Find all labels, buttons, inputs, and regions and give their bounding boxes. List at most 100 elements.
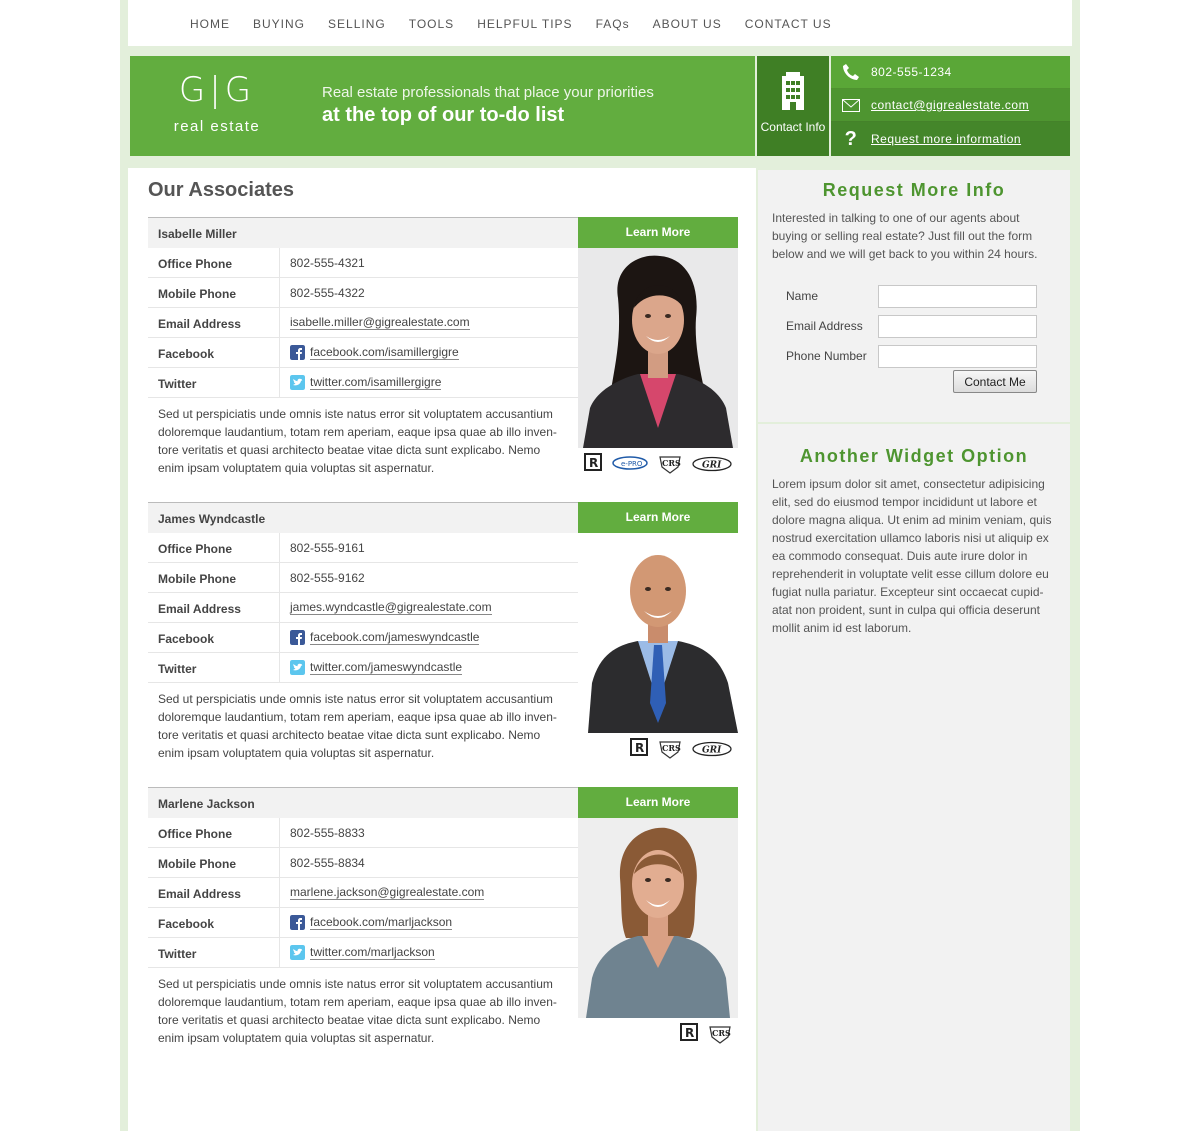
phone-field[interactable] xyxy=(878,344,1037,368)
associate-photo xyxy=(578,248,738,448)
facebook-row: Facebook facebook.com/jameswyndcastle xyxy=(148,623,578,653)
associate-photo xyxy=(578,818,738,1018)
nav-tools[interactable]: TOOLS xyxy=(409,17,454,31)
twitter-row: Twitter twitter.com/jameswyndcastle xyxy=(148,653,578,683)
request-info-text: Interested in talking to one of our agen… xyxy=(772,211,1038,261)
twitter-icon xyxy=(290,375,305,390)
nav-faqs[interactable]: FAQs xyxy=(596,17,630,31)
nav-about-us[interactable]: ABOUT US xyxy=(653,17,722,31)
tagline-line2: at the top of our to-do list xyxy=(322,104,565,126)
twitter-link[interactable]: twitter.com/isamillergigre xyxy=(310,375,442,390)
email-label: Email Address xyxy=(148,593,280,622)
office-phone-row: Office Phone 802-555-4321 xyxy=(148,248,578,278)
nav-home[interactable]: HOME xyxy=(190,17,230,31)
realtor-badge-icon: R xyxy=(630,738,648,756)
sidebar: Request More Info Interested in talking … xyxy=(756,168,1072,1131)
twitter-label: Twitter xyxy=(148,368,280,397)
twitter-icon xyxy=(290,660,305,675)
email-link[interactable]: james.wyndcastle@gigrealestate.com xyxy=(290,600,492,615)
envelope-icon xyxy=(841,95,861,115)
contact-phone: 802-555-1234 xyxy=(831,56,1070,89)
associate-name: James Wyndcastle xyxy=(148,502,578,533)
associate-description: Sed ut perspiciatis unde omnis iste natu… xyxy=(158,692,557,760)
associate-description: Sed ut perspiciatis unde omnis iste natu… xyxy=(158,407,557,475)
mobile-phone-row: Mobile Phone 802-555-8834 xyxy=(148,848,578,878)
mobile-phone-label: Mobile Phone xyxy=(148,278,280,307)
facebook-label: Facebook xyxy=(148,908,280,937)
associate-details: Office Phone 802-555-4321 Mobile Phone 802… xyxy=(148,248,578,398)
name-field[interactable] xyxy=(878,284,1037,308)
email-label: Email Address xyxy=(786,319,863,333)
nav-buying[interactable]: BUYING xyxy=(253,17,305,31)
phone-icon xyxy=(841,62,861,82)
logo[interactable]: G|G real estate xyxy=(170,70,264,146)
tagline: Real estate professionals that place you… xyxy=(322,84,654,127)
facebook-row: Facebook facebook.com/isamillergigre xyxy=(148,338,578,368)
mobile-phone-row: Mobile Phone 802-555-4322 xyxy=(148,278,578,308)
facebook-icon xyxy=(290,345,305,360)
learn-more-button[interactable]: Learn More xyxy=(578,217,738,248)
twitter-link[interactable]: twitter.com/marljackson xyxy=(310,945,435,960)
associate-name: Marlene Jackson xyxy=(148,787,578,818)
facebook-link[interactable]: facebook.com/marljackson xyxy=(310,915,453,930)
office-phone-label: Office Phone xyxy=(148,533,280,562)
another-widget-title: Another Widget Option xyxy=(799,446,1029,466)
crs-badge-text: CRS xyxy=(662,743,681,753)
phone-row: Phone Number xyxy=(786,341,1070,371)
nav-helpful-tips[interactable]: HELPFUL TIPS xyxy=(477,17,572,31)
associate-details: Office Phone 802-555-8833 Mobile Phone 802… xyxy=(148,818,578,968)
associate-photo xyxy=(578,533,738,733)
request-info-title: Request More Info xyxy=(822,180,1006,200)
facebook-icon xyxy=(290,630,305,645)
associate-description: Sed ut perspiciatis unde omnis iste natu… xyxy=(158,977,557,1045)
nav-selling[interactable]: SELLING xyxy=(328,17,386,31)
facebook-link[interactable]: facebook.com/isamillergigre xyxy=(310,345,459,360)
facebook-link[interactable]: facebook.com/jameswyndcastle xyxy=(310,630,480,645)
contact-info-button[interactable]: Contact Info xyxy=(757,56,829,156)
email-field[interactable] xyxy=(878,314,1037,338)
office-phone-value: 802-555-9161 xyxy=(290,540,365,555)
email-row: Email Address isabelle.miller@gigrealesta… xyxy=(148,308,578,338)
contact-info-label: Contact Info xyxy=(760,120,826,134)
crs-badge-icon: CRS xyxy=(709,1026,731,1044)
another-widget: Another Widget Option Lorem ipsum dolor … xyxy=(758,424,1070,1131)
request-info-link[interactable]: Request more information xyxy=(871,132,1021,146)
phone-label: Phone Number xyxy=(786,349,867,363)
logo-mark: G|G xyxy=(178,70,256,110)
email-label: Email Address xyxy=(148,878,280,907)
realtor-badge-text: R xyxy=(635,741,644,755)
epro-badge-text: e-PRO xyxy=(621,460,643,468)
email-row: Email Address marlene.jackson@gigrealesta… xyxy=(148,878,578,908)
name-row: Name xyxy=(786,281,1070,311)
header: G|G real estate Real estate professional… xyxy=(128,54,1072,158)
mobile-phone-label: Mobile Phone xyxy=(148,848,280,877)
twitter-row: Twitter twitter.com/isamillergigre xyxy=(148,368,578,398)
email-row: Email Address james.wyndcastle@gigrealest… xyxy=(148,593,578,623)
gri-badge-text: GRI xyxy=(702,746,722,756)
contact-me-button[interactable]: Contact Me xyxy=(953,370,1037,393)
page-title: Our Associates xyxy=(148,179,294,201)
office-phone-label: Office Phone xyxy=(148,818,280,847)
twitter-label: Twitter xyxy=(148,653,280,682)
office-phone-label: Office Phone xyxy=(148,248,280,277)
contact-list: 802-555-1234 contact@gigrealestate.com ?… xyxy=(831,56,1070,156)
building-icon xyxy=(782,72,804,110)
another-widget-text: Lorem ipsum dolor sit amet, consectetur … xyxy=(772,477,1052,635)
name-label: Name xyxy=(786,289,819,303)
associate-details: Office Phone 802-555-9161 Mobile Phone 802… xyxy=(148,533,578,683)
nav-contact-us[interactable]: CONTACT US xyxy=(745,17,832,31)
email-link[interactable]: contact@gigrealestate.com xyxy=(871,98,1029,112)
top-nav: HOME BUYING SELLING TOOLS HELPFUL TIPS F… xyxy=(128,0,1072,46)
mobile-phone-value: 802-555-8834 xyxy=(290,855,365,870)
certification-badges: R e-PRO CRS GRI xyxy=(584,453,732,475)
associate-card: Isabelle Miller Learn More Office Phone 8… xyxy=(148,217,738,477)
email-link[interactable]: marlene.jackson@gigrealestate.com xyxy=(290,885,485,900)
learn-more-button[interactable]: Learn More xyxy=(578,502,738,533)
mobile-phone-row: Mobile Phone 802-555-9162 xyxy=(148,563,578,593)
gri-badge-icon: GRI xyxy=(692,456,732,472)
contact-form: Name Email Address Phone Number xyxy=(758,281,1070,371)
tagline-line1: Real estate professionals that place you… xyxy=(322,84,654,101)
twitter-link[interactable]: twitter.com/jameswyndcastle xyxy=(310,660,463,675)
email-link[interactable]: isabelle.miller@gigrealestate.com xyxy=(290,315,470,330)
learn-more-button[interactable]: Learn More xyxy=(578,787,738,818)
